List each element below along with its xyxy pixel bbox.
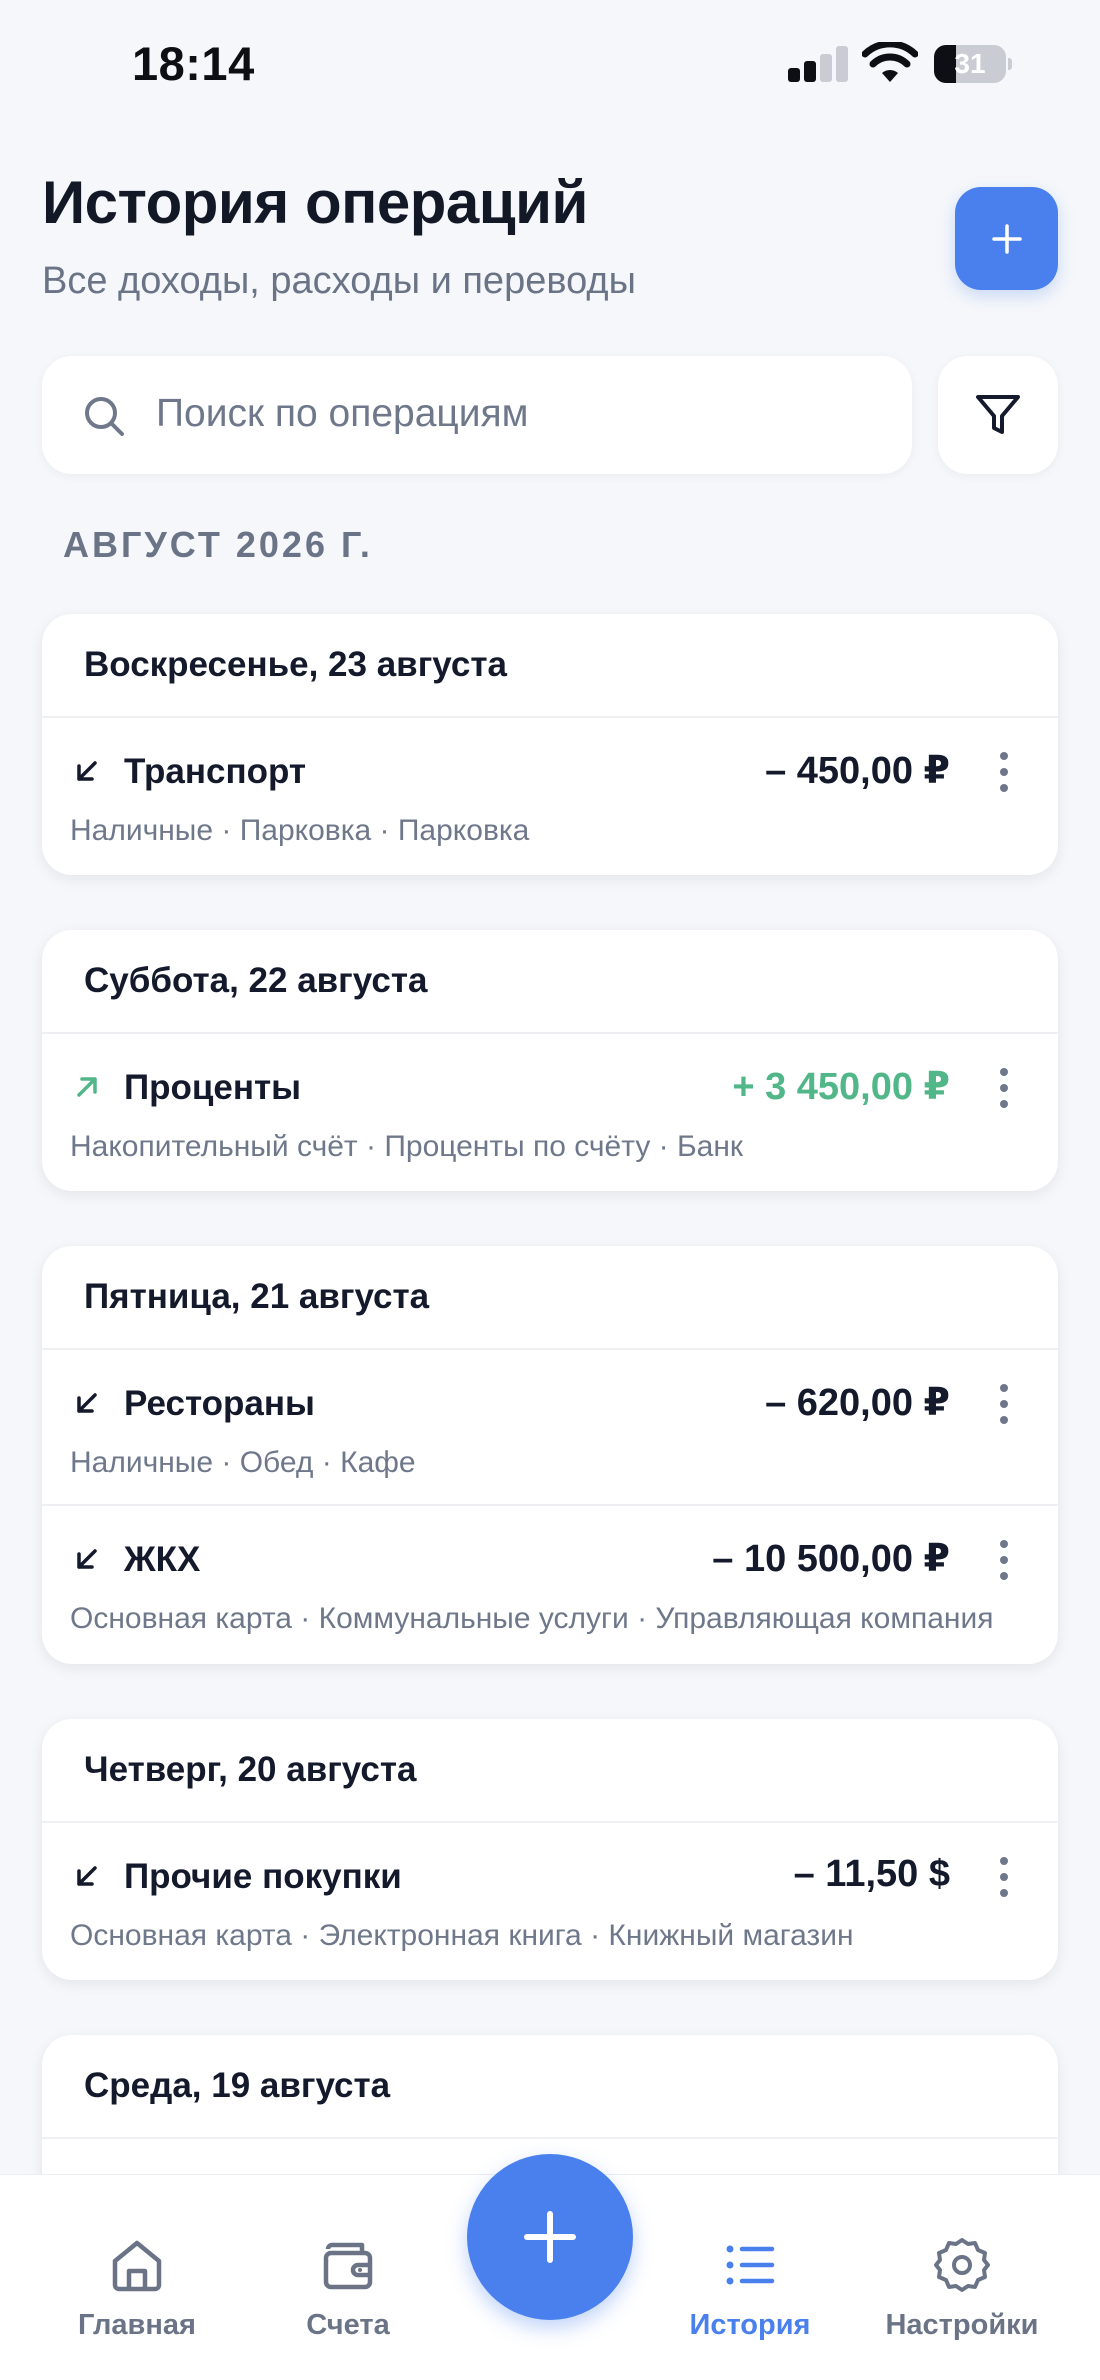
wifi-icon: [862, 42, 918, 82]
nav-label-home: Главная: [78, 2309, 196, 2341]
gear-icon: [934, 2238, 990, 2292]
nav-label-accounts: Счета: [306, 2309, 390, 2341]
transaction-category: Проценты: [124, 1068, 302, 1107]
more-options-icon[interactable]: [994, 1538, 1014, 1582]
day-header: Суббота, 22 августа: [42, 930, 1058, 1034]
transaction-amount: – 11,50 $: [793, 1853, 950, 1895]
arrow-down-left-icon: [77, 1549, 97, 1569]
page-subtitle: Все доходы, расходы и переводы: [42, 260, 636, 302]
wallet-icon: [323, 2242, 373, 2290]
nav-item-home[interactable]: Главная: [72, 2175, 202, 2380]
nav-item-history[interactable]: История: [680, 2175, 820, 2380]
add-operation-button[interactable]: [955, 187, 1058, 290]
transaction-amount: – 620,00 ₽: [765, 1382, 950, 1424]
transaction-amount: – 10 500,00 ₽: [712, 1538, 950, 1580]
add-operation-fab[interactable]: [467, 2154, 633, 2320]
arrow-down-left-icon: [77, 1866, 97, 1886]
signal-icon: [788, 46, 850, 82]
arrow-up-right-icon: [77, 1077, 97, 1097]
battery-icon: 31: [934, 45, 1012, 83]
transaction-category: Транспорт: [124, 752, 307, 791]
day-header: Пятница, 21 августа: [42, 1246, 1058, 1350]
nav-label-history: История: [689, 2309, 811, 2341]
more-options-icon[interactable]: [994, 750, 1014, 794]
transaction-category: Прочие покупки: [124, 1857, 402, 1896]
day-card: Четверг, 20 августа Прочие покупки – 11,50…: [42, 1719, 1058, 1980]
transaction-details: Накопительный счёт · Проценты по счёту ·…: [70, 1130, 744, 1163]
transaction-row[interactable]: Проценты + 3 450,00 ₽ Накопительный счёт ·…: [42, 1034, 1058, 1190]
transaction-amount: – 450,00 ₽: [765, 750, 950, 792]
transaction-row[interactable]: Прочие покупки – 11,50 $ Основная карта · …: [42, 1823, 1058, 1979]
arrow-down-left-icon: [77, 1393, 97, 1413]
more-options-icon[interactable]: [994, 1382, 1014, 1426]
more-options-icon[interactable]: [994, 1066, 1014, 1110]
search-icon: [85, 397, 124, 436]
status-time: 18:14: [132, 37, 255, 90]
transaction-row[interactable]: Рестораны – 620,00 ₽ Наличные · Обед · Каф…: [42, 1350, 1058, 1506]
nav-item-accounts[interactable]: Счета: [283, 2175, 413, 2380]
status-bar: 18:14 31: [0, 0, 1100, 130]
transaction-category: ЖКХ: [124, 1540, 201, 1579]
transaction-row[interactable]: Транспорт – 450,00 ₽ Наличные · Парковка ·…: [42, 718, 1058, 874]
day-card: Воскресенье, 23 августа Транспорт – 450,00…: [42, 614, 1058, 875]
transaction-amount: + 3 450,00 ₽: [732, 1066, 950, 1108]
plus-icon: [991, 223, 1022, 254]
plus-icon: [524, 2211, 576, 2263]
search-placeholder: Поиск по операциям: [156, 392, 529, 435]
day-card: Пятница, 21 августа Рестораны – 620,00 ₽ На…: [42, 1246, 1058, 1664]
month-section-label: АВГУСТ 2026 Г.: [63, 524, 373, 565]
arrow-down-left-icon: [77, 761, 97, 781]
transaction-details: Основная карта · Электронная книга · Кни…: [70, 1919, 854, 1952]
day-header: Среда, 19 августа: [42, 2035, 1058, 2139]
day-card: Суббота, 22 августа Проценты + 3 450,00 ₽ Н…: [42, 930, 1058, 1191]
search-input[interactable]: Поиск по операциям: [42, 356, 912, 474]
filter-icon: [976, 395, 1020, 434]
nav-label-settings: Настройки: [885, 2309, 1039, 2341]
list-icon: [726, 2245, 775, 2285]
transaction-details: Наличные · Парковка · Парковка: [70, 814, 530, 847]
page-title: История операций: [42, 169, 588, 236]
filter-button[interactable]: [938, 356, 1058, 474]
transaction-details: Наличные · Обед · Кафе: [70, 1446, 416, 1479]
transaction-details: Основная карта · Коммунальные услуги · У…: [70, 1602, 994, 1635]
day-header: Четверг, 20 августа: [42, 1719, 1058, 1823]
day-header: Воскресенье, 23 августа: [42, 614, 1058, 718]
battery-level: 31: [954, 48, 986, 79]
more-options-icon[interactable]: [994, 1855, 1014, 1899]
nav-item-settings[interactable]: Настройки: [872, 2175, 1052, 2380]
transaction-category: Рестораны: [124, 1384, 315, 1423]
home-icon: [112, 2240, 162, 2292]
transaction-row[interactable]: ЖКХ – 10 500,00 ₽ Основная карта · Коммуна…: [42, 1506, 1058, 1662]
